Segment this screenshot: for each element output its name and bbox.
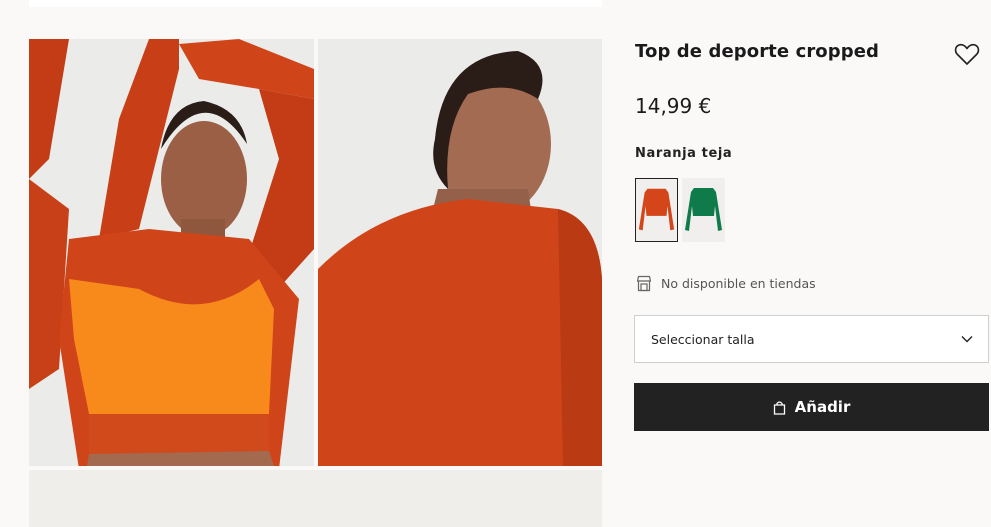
- color-swatch-green[interactable]: [682, 178, 725, 242]
- add-to-bag-button[interactable]: Añadir: [634, 383, 989, 431]
- color-swatch-orange[interactable]: [635, 178, 678, 242]
- product-image-front[interactable]: [29, 39, 314, 466]
- bag-icon: [773, 400, 785, 415]
- add-button-label: Añadir: [794, 398, 851, 416]
- size-select[interactable]: Seleccionar talla: [634, 315, 989, 363]
- chevron-down-icon: [961, 336, 973, 343]
- previous-gallery-strip: [29, 0, 602, 7]
- product-image-detail[interactable]: [29, 470, 602, 527]
- store-availability: No disponible en tiendas: [636, 275, 816, 292]
- product-image-back[interactable]: [318, 39, 602, 466]
- product-price: 14,99 €: [635, 94, 712, 118]
- product-title: Top de deporte cropped: [635, 41, 880, 62]
- store-availability-text: No disponible en tiendas: [661, 276, 816, 291]
- store-icon: [636, 275, 652, 292]
- heart-icon: [954, 43, 980, 65]
- favorite-button[interactable]: [953, 40, 981, 68]
- size-select-label: Seleccionar talla: [651, 331, 755, 347]
- selected-color-name: Naranja teja: [635, 146, 733, 161]
